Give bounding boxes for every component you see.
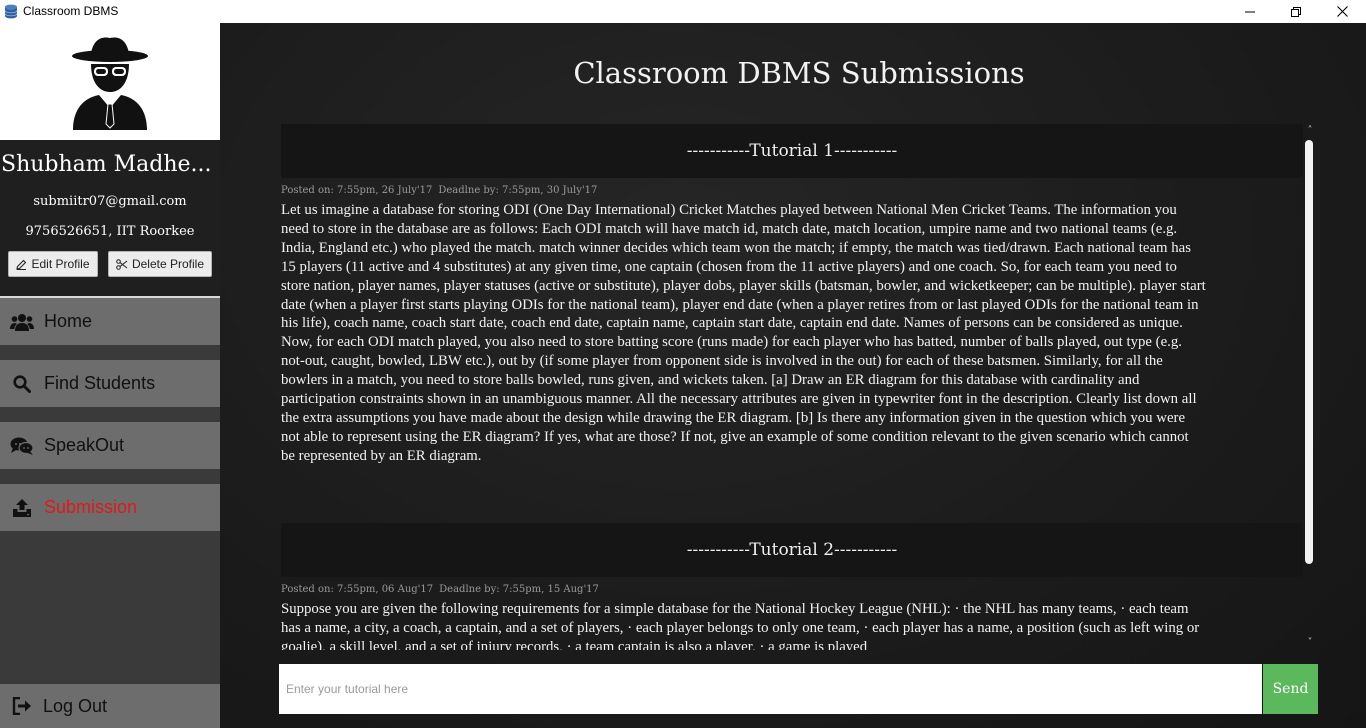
tutorial-header: -----------Tutorial 2-----------: [281, 523, 1303, 577]
send-button[interactable]: Send: [1263, 664, 1318, 714]
profile-name: Shubham Madhe...: [0, 152, 220, 177]
profile-phone-location: 9756526651, IIT Roorkee: [25, 224, 195, 239]
posted-on: Posted on: 7:55pm, 26 July'17: [281, 185, 433, 196]
tutorial-input[interactable]: [279, 664, 1262, 714]
nav-item-speakout[interactable]: SpeakOut: [0, 422, 220, 469]
scroll-down-icon[interactable]: ˅: [1305, 638, 1315, 648]
submissions-feed[interactable]: -----------Tutorial 1----------- Posted …: [281, 124, 1303, 650]
avatar: [0, 23, 220, 140]
scrollbar-thumb[interactable]: [1305, 140, 1313, 564]
profile-email: submiitr07@gmail.com: [33, 194, 187, 209]
tutorial-meta: Posted on: 7:55pm, 26 July'17 Deadlne by:…: [281, 185, 603, 196]
window-title: Classroom DBMS: [23, 4, 119, 18]
logout-label: Log Out: [43, 695, 108, 716]
close-button[interactable]: [1319, 0, 1365, 23]
restore-button[interactable]: [1273, 0, 1319, 23]
nav-item-find-students[interactable]: Find Students: [0, 360, 220, 407]
nav-item-submission[interactable]: Submission: [0, 484, 220, 531]
logout-icon: [10, 696, 34, 716]
restore-icon: [1291, 6, 1301, 17]
profile-panel: Shubham Madhe... submiitr07@gmail.com 97…: [0, 140, 220, 296]
feed-scrollbar[interactable]: ˄ ˅: [1303, 124, 1317, 650]
nav-label-submission: Submission: [44, 497, 138, 517]
close-icon: [1336, 6, 1348, 17]
nav-item-home[interactable]: Home: [0, 298, 220, 345]
search-icon: [10, 374, 34, 394]
users-icon: [10, 312, 34, 332]
scroll-up-icon[interactable]: ˄: [1305, 126, 1315, 136]
nav-label-find-students: Find Students: [44, 373, 156, 393]
minimize-button[interactable]: [1227, 0, 1273, 23]
edit-profile-button[interactable]: Edit Profile: [8, 251, 98, 277]
tutorial-body: Suppose you are given the following requ…: [281, 601, 1200, 650]
edit-icon: [16, 259, 27, 270]
upload-icon: [10, 498, 34, 518]
nav-label-home: Home: [44, 311, 93, 331]
tutorial-meta: Posted on: 7:55pm, 06 Aug'17 Deadlne by: …: [281, 584, 605, 595]
window-title-bar: Classroom DBMS: [0, 0, 1366, 23]
page-title: Classroom DBMS Submissions: [573, 56, 1025, 90]
deadline: Deadlne by: 7:55pm, 15 Aug'17: [439, 584, 599, 595]
database-icon: [4, 4, 18, 19]
tutorial-header: -----------Tutorial 1-----------: [281, 124, 1303, 178]
posted-on: Posted on: 7:55pm, 06 Aug'17: [281, 584, 434, 595]
minimize-icon: [1245, 11, 1255, 12]
sidebar: Shubham Madhe... submiitr07@gmail.com 97…: [0, 23, 220, 728]
scissors-icon: [116, 258, 128, 270]
tutorial-body: Let us imagine a database for storing OD…: [281, 202, 1206, 464]
edit-profile-label: Edit Profile: [31, 257, 90, 271]
deadline: Deadlne by: 7:55pm, 30 July'17: [438, 185, 598, 196]
profile-name-text: Shubham Madhe...: [1, 152, 212, 177]
spy-avatar-icon: [72, 37, 148, 130]
nav-label-speakout: SpeakOut: [44, 435, 125, 455]
delete-profile-label: Delete Profile: [131, 257, 205, 271]
chat-icon: [10, 436, 34, 456]
main-panel: Classroom DBMS Submissions -----------Tu…: [220, 23, 1366, 728]
delete-profile-button[interactable]: Delete Profile: [108, 251, 212, 277]
logout-button[interactable]: Log Out: [0, 684, 220, 728]
